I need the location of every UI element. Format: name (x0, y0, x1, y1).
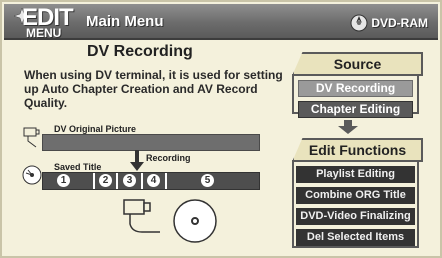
title-number: 1 (57, 174, 70, 187)
title-number: 5 (201, 174, 214, 187)
menu-item-chapter-editing[interactable]: Chapter Editing (298, 101, 413, 118)
down-arrow-icon (338, 120, 358, 134)
menu-item-dvd-video-finalizing[interactable]: DVD-Video Finalizing (296, 208, 415, 225)
disc-icon (173, 199, 217, 243)
edit-functions-heading: Edit Functions (292, 138, 423, 162)
title-number: 4 (147, 174, 160, 187)
disc-icon (22, 165, 42, 185)
title-divider (141, 173, 143, 189)
source-heading: Source (292, 52, 423, 76)
recording-label: Recording (146, 153, 191, 163)
saved-title-label: Saved Title (54, 162, 102, 172)
dv-original-bar (42, 134, 260, 151)
title-number: 2 (99, 174, 112, 187)
edit-menu-logo: EDIT MENU (14, 4, 74, 40)
dv-original-label: DV Original Picture (54, 124, 137, 134)
page-title: Main Menu (86, 13, 164, 30)
header-bar: EDIT MENU Main Menu DVD-RAM (4, 4, 438, 40)
edit-functions-group: Playlist Editing Combine ORG Title DVD-V… (292, 160, 419, 248)
menu-item-dv-recording[interactable]: DV Recording (298, 80, 413, 97)
menu-item-combine-org-title[interactable]: Combine ORG Title (296, 187, 415, 204)
menu-item-playlist-editing[interactable]: Playlist Editing (296, 166, 415, 183)
saved-title-bar: 1 2 3 4 5 (42, 172, 260, 190)
logo-menu-text: MENU (26, 26, 62, 40)
camcorder-icon (23, 127, 40, 148)
function-description: When using DV terminal, it is used for s… (24, 68, 283, 110)
function-title: DV Recording (87, 43, 193, 60)
title-divider (165, 173, 167, 189)
media-badge: DVD-RAM (350, 14, 428, 32)
camcorder-icon (123, 199, 160, 233)
dvd-ram-icon (350, 14, 368, 32)
down-arrow-icon (130, 150, 144, 171)
title-divider (93, 173, 95, 189)
menu-item-del-selected-items[interactable]: Del Selected Items (296, 229, 415, 246)
source-group: DV Recording Chapter Editing (292, 74, 419, 118)
edit-menu-screen: EDIT MENU Main Menu DVD-RAM DV Recording… (0, 0, 442, 258)
title-number: 3 (123, 174, 136, 187)
media-label: DVD-RAM (371, 16, 428, 30)
title-divider (116, 173, 118, 189)
